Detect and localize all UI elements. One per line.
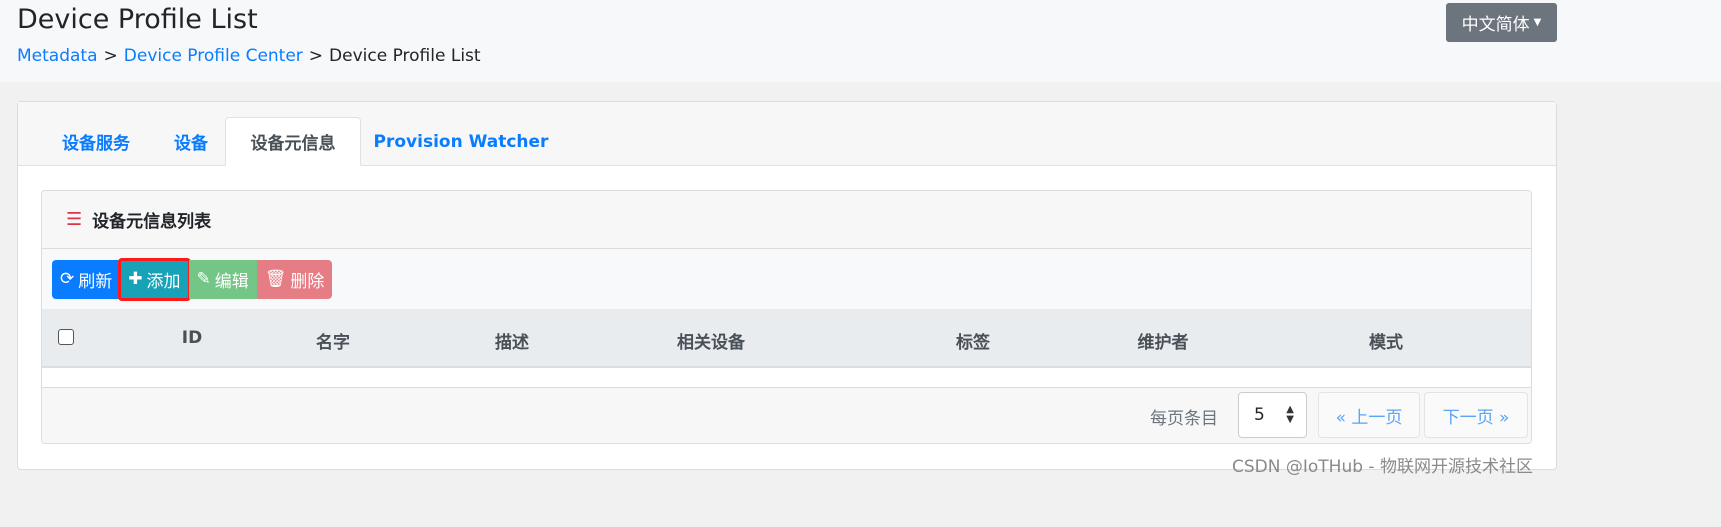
table-header: ID 名字 描述 相关设备 标签 维护者 模式 — [42, 309, 1531, 368]
per-page-select[interactable]: 5 ▲ ▼ — [1238, 392, 1307, 438]
col-devices[interactable]: 相关设备 — [677, 328, 745, 353]
refresh-icon: ⟳ — [60, 269, 75, 289]
delete-button[interactable]: 🗑 删除 — [256, 259, 333, 299]
col-model[interactable]: 模式 — [1369, 328, 1403, 353]
toolbar: ⟳ 刷新 ✚ 添加 ✎ 编辑 🗑 删除 — [42, 249, 1531, 309]
page-header: Device Profile List Metadata > Device Prof… — [0, 0, 1721, 82]
tab-device-service[interactable]: 设备服务 — [34, 117, 158, 166]
edit-button[interactable]: ✎ 编辑 — [188, 259, 257, 299]
add-button[interactable]: ✚ 添加 — [118, 257, 191, 301]
plus-icon: ✚ — [128, 269, 143, 289]
select-all-checkbox[interactable] — [58, 329, 74, 345]
panel-title: 设备元信息列表 — [92, 212, 212, 232]
language-dropdown[interactable]: 中文简体 ▼ — [1446, 3, 1557, 42]
table-body — [42, 368, 1531, 388]
page-title: Device Profile List — [17, 4, 258, 35]
caret-down-icon: ▼ — [1533, 17, 1542, 28]
breadcrumb-metadata[interactable]: Metadata — [17, 46, 98, 66]
tab-provision-watcher[interactable]: Provision Watcher — [361, 117, 561, 166]
per-page-label: 每页条目 — [1150, 409, 1218, 429]
main-card: 设备服务 设备 设备元信息 Provision Watcher ☰ 设备元信息列表… — [17, 101, 1557, 470]
breadcrumb-current: Device Profile List — [329, 46, 481, 66]
col-labels[interactable]: 标签 — [956, 328, 990, 353]
edit-icon: ✎ — [196, 269, 211, 289]
tab-device-profile[interactable]: 设备元信息 — [225, 117, 361, 166]
list-icon: ☰ — [66, 209, 83, 230]
col-description[interactable]: 描述 — [495, 328, 529, 353]
col-name[interactable]: 名字 — [316, 328, 350, 353]
col-id[interactable]: ID — [182, 328, 202, 348]
col-manufacturer[interactable]: 维护者 — [1138, 328, 1189, 353]
sort-arrows-icon: ▲ ▼ — [1286, 404, 1294, 425]
pagination: 每页条目 5 ▲ ▼ « 上一页 下一页 » — [42, 388, 1531, 443]
watermark: CSDN @IoTHub - 物联网开源技术社区 — [1232, 457, 1533, 477]
tab-device[interactable]: 设备 — [158, 117, 224, 166]
trash-icon: 🗑 — [264, 269, 287, 289]
next-page-button[interactable]: 下一页 » — [1424, 392, 1528, 438]
refresh-button[interactable]: ⟳ 刷新 — [52, 259, 121, 299]
breadcrumb-device-profile-center[interactable]: Device Profile Center — [124, 46, 303, 66]
tab-bar: 设备服务 设备 设备元信息 Provision Watcher — [18, 102, 1556, 166]
breadcrumb: Metadata > Device Profile Center > Device Pr… — [17, 46, 481, 66]
device-profile-panel: ☰ 设备元信息列表 ⟳ 刷新 ✚ 添加 ✎ 编辑 🗑 删除 ID 名字 描述 相关设备 标… — [41, 190, 1532, 444]
prev-page-button[interactable]: « 上一页 — [1318, 392, 1420, 438]
